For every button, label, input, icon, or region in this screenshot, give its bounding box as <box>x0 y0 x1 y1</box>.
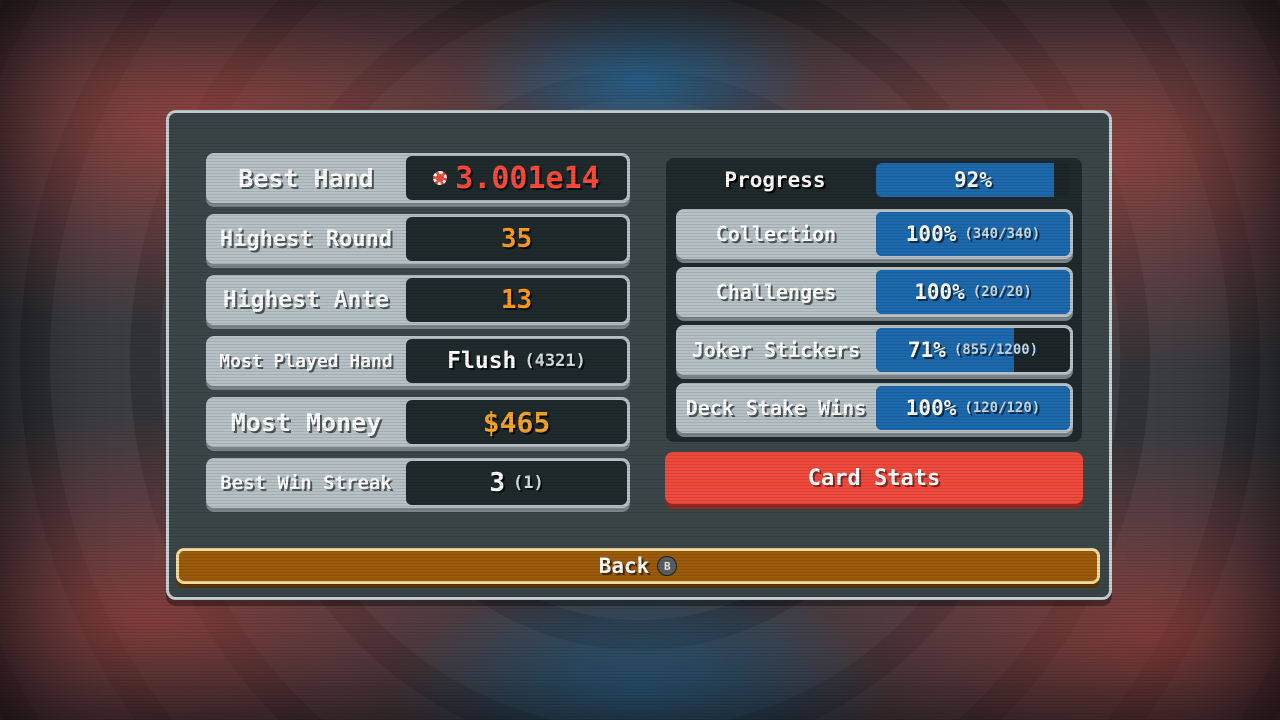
stat-value: 13 <box>406 278 627 322</box>
stat-value: Flush (4321) <box>406 339 627 383</box>
highest-ante-value: 13 <box>500 285 533 315</box>
stat-row-highest-ante: Highest Ante 13 <box>206 275 630 325</box>
challenges-detail: (20/20) <box>972 284 1032 300</box>
deck-stake-wins-bar-text: 100% (120/120) <box>876 386 1070 430</box>
stat-label: Best Hand <box>238 163 374 193</box>
collection-bar-text: 100% (340/340) <box>876 212 1070 256</box>
best-win-streak-value: 3 <box>489 468 505 498</box>
challenges-value: 100% <box>914 280 965 304</box>
joker-stickers-row[interactable]: Joker Stickers 71% (855/1200) <box>676 325 1073 375</box>
challenges-bar-text: 100% (20/20) <box>876 270 1070 314</box>
stat-value: 35 <box>406 217 627 261</box>
collection-detail: (340/340) <box>964 226 1041 242</box>
stat-row-most-money: Most Money $465 <box>206 397 630 447</box>
joker-stickers-bar-text: 71% (855/1200) <box>876 328 1070 372</box>
most-played-hand-count: (4321) <box>524 351 586 371</box>
most-played-hand-value: Flush <box>447 348 517 374</box>
deck-stake-wins-detail: (120/120) <box>964 400 1041 416</box>
best-win-streak-current: (1) <box>512 473 544 493</box>
joker-stickers-detail: (855/1200) <box>953 342 1039 358</box>
joker-stickers-value: 71% <box>907 338 946 362</box>
stat-value: 3.001e14 <box>406 156 627 200</box>
stat-value: 3 (1) <box>406 461 627 505</box>
progress-bar: 92% <box>876 163 1070 197</box>
stat-label: Highest Round <box>219 226 393 252</box>
collection-row[interactable]: Collection 100% (340/340) <box>676 209 1073 259</box>
stat-label: Most Played Hand <box>219 350 393 372</box>
stat-row-best-win-streak: Best Win Streak 3 (1) <box>206 458 630 508</box>
stat-row-most-played-hand: Most Played Hand Flush (4321) <box>206 336 630 386</box>
back-button[interactable]: Back B <box>176 548 1100 584</box>
progress-bar-text: 92% <box>876 163 1070 197</box>
chip-icon <box>433 171 448 185</box>
stat-label: Most Money <box>230 407 382 437</box>
deck-stake-wins-row[interactable]: Deck Stake Wins 100% (120/120) <box>676 383 1073 433</box>
highest-round-value: 35 <box>500 224 533 254</box>
best-hand-value: 3.001e14 <box>455 160 600 196</box>
stat-label: Highest Ante <box>222 287 390 313</box>
b-button-icon: B <box>657 556 678 576</box>
collection-bar: 100% (340/340) <box>876 212 1070 256</box>
challenges-row[interactable]: Challenges 100% (20/20) <box>676 267 1073 317</box>
deck-stake-wins-value: 100% <box>905 396 957 420</box>
progress-label: Progress <box>724 168 826 192</box>
challenges-bar: 100% (20/20) <box>876 270 1070 314</box>
stat-value: $465 <box>406 400 627 444</box>
stat-row-highest-round: Highest Round 35 <box>206 214 630 264</box>
card-stats-button[interactable]: Card Stats <box>665 452 1083 504</box>
progress-value: 92% <box>954 168 992 192</box>
deck-stake-wins-bar: 100% (120/120) <box>876 386 1070 430</box>
most-money-value: $465 <box>482 405 551 439</box>
stat-row-best-hand: Best Hand 3.001e14 <box>206 153 630 203</box>
collection-label: Collection <box>715 222 837 246</box>
joker-stickers-label: Joker Stickers <box>691 338 861 362</box>
challenges-label: Challenges <box>715 280 837 304</box>
stat-label: Best Win Streak <box>220 472 392 494</box>
joker-stickers-bar: 71% (855/1200) <box>876 328 1070 372</box>
collection-value: 100% <box>905 222 957 246</box>
deck-stake-wins-label: Deck Stake Wins <box>685 396 867 420</box>
back-label: Back <box>598 554 650 578</box>
